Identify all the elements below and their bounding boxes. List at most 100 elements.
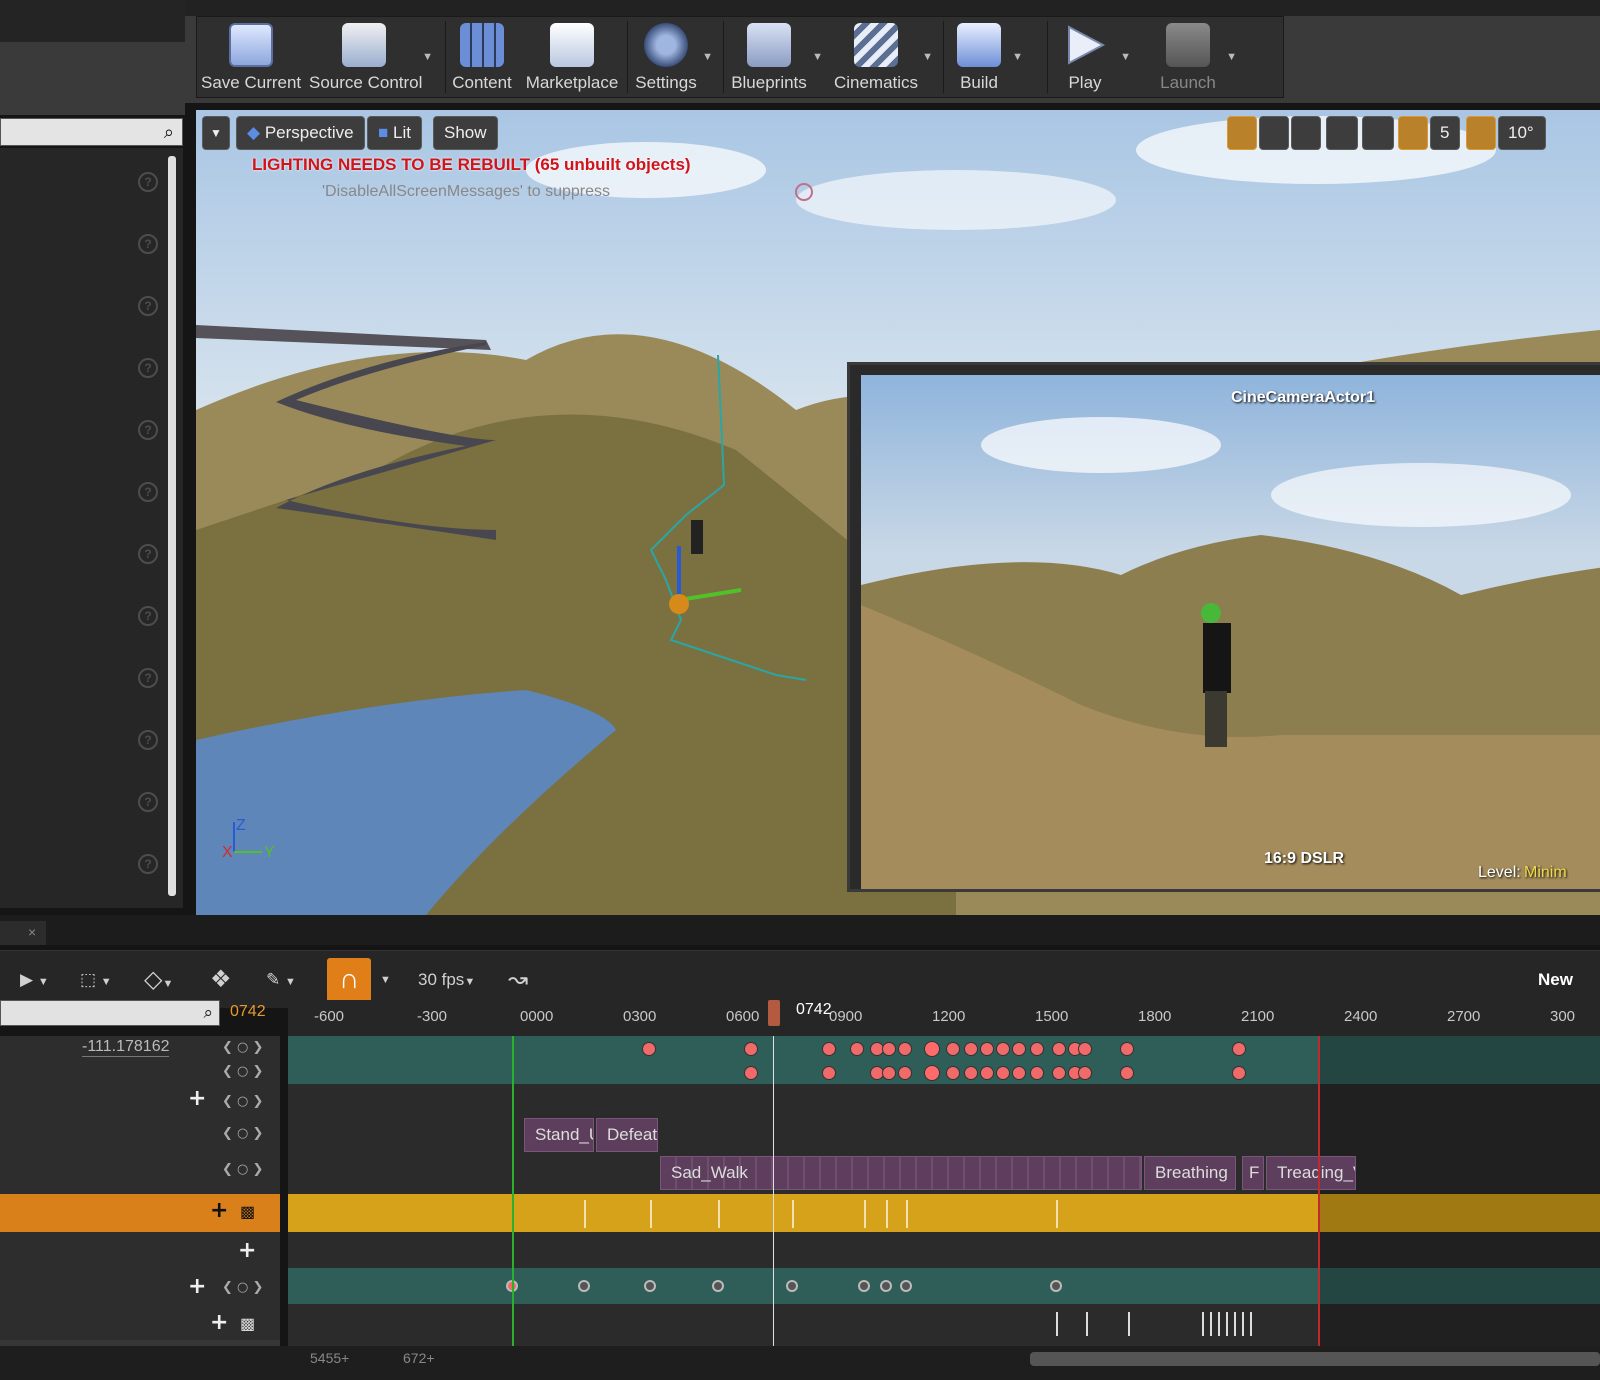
property-value-field[interactable]: -111.178162 [82, 1038, 170, 1057]
keyframe[interactable] [1030, 1042, 1044, 1056]
timeline-scrollbar[interactable] [1030, 1352, 1600, 1366]
event-marker[interactable] [1242, 1312, 1244, 1336]
help-icon[interactable]: ? [138, 296, 158, 316]
keyframe[interactable] [644, 1280, 656, 1292]
anim-clip[interactable]: F [1242, 1156, 1264, 1190]
marketplace-button[interactable]: Marketplace [525, 17, 619, 97]
keyframe[interactable] [980, 1042, 994, 1056]
keyframe[interactable] [786, 1280, 798, 1292]
rotate-mode-icon[interactable] [1259, 116, 1289, 150]
keyframe[interactable] [964, 1042, 978, 1056]
surface-snap-icon[interactable] [1362, 116, 1394, 150]
track-header-row[interactable]: ❮ ○ ❯ [0, 1060, 280, 1084]
chevron-down-icon[interactable]: ▼ [1012, 51, 1023, 63]
lit-button[interactable]: ■ Lit [367, 116, 422, 150]
help-icon[interactable]: ? [138, 234, 158, 254]
add-track-icon[interactable]: + [188, 1274, 206, 1299]
chevron-down-icon[interactable]: ▼ [1120, 51, 1131, 63]
track-header-row[interactable]: + ▩ [0, 1304, 280, 1340]
camera-cut-marker[interactable] [906, 1200, 908, 1228]
help-icon[interactable]: ? [138, 854, 158, 874]
grid-snap-icon[interactable] [1398, 116, 1428, 150]
scale-mode-icon[interactable] [1291, 116, 1321, 150]
keyframe[interactable] [898, 1066, 912, 1080]
settings-button[interactable]: Settings ▼ [633, 17, 713, 97]
anim-clip[interactable]: Defeat [596, 1118, 658, 1152]
play-button[interactable]: Play ▼ [1053, 17, 1131, 97]
keyframe[interactable] [822, 1042, 836, 1056]
keyframe[interactable] [822, 1066, 836, 1080]
help-icon[interactable]: ? [138, 358, 158, 378]
keyframe[interactable] [1078, 1066, 1092, 1080]
keyframe[interactable] [924, 1041, 940, 1057]
event-marker[interactable] [1226, 1312, 1228, 1336]
add-track-icon[interactable]: + [188, 1086, 206, 1111]
keyframe[interactable] [996, 1066, 1010, 1080]
keyframe[interactable] [1050, 1280, 1062, 1292]
anim-clip[interactable]: Breathing [1144, 1156, 1236, 1190]
track-filter-input[interactable]: ⌕ [0, 1000, 220, 1026]
keyframe[interactable] [712, 1280, 724, 1292]
keyframe[interactable] [900, 1280, 912, 1292]
help-icon[interactable]: ? [138, 482, 158, 502]
content-button[interactable]: Content [449, 17, 515, 97]
key-navigation-icon[interactable]: ❮ ○ ❯ [222, 1040, 263, 1055]
anim-clip[interactable]: Stand_U [524, 1118, 594, 1152]
key-navigation-icon[interactable]: ❮ ○ ❯ [222, 1280, 263, 1295]
help-icon[interactable]: ? [138, 172, 158, 192]
chevron-down-icon[interactable]: ▼ [812, 51, 823, 63]
camera-cut-marker[interactable] [718, 1200, 720, 1228]
track-area[interactable]: Stand_U Defeat Sad_Walk Breathing F Trea… [288, 1036, 1600, 1346]
event-marker[interactable] [1250, 1312, 1252, 1336]
viewport-options-button[interactable]: ▼ [202, 116, 230, 150]
keyframe[interactable] [744, 1042, 758, 1056]
keyframe[interactable] [642, 1042, 656, 1056]
keyframe[interactable] [1052, 1042, 1066, 1056]
sequencer-tab[interactable]: × [0, 921, 46, 945]
camera-cut-marker[interactable] [792, 1200, 794, 1228]
camera-icon[interactable]: ▩ [240, 1202, 255, 1222]
playhead-handle[interactable] [768, 1000, 780, 1026]
camera-cut-track-header[interactable]: + ▩ [0, 1194, 280, 1232]
keyframe[interactable] [1232, 1042, 1246, 1056]
keyframe[interactable] [880, 1280, 892, 1292]
build-button[interactable]: Build ▼ [949, 17, 1023, 97]
rotation-snap-icon[interactable] [1466, 116, 1496, 150]
save-current-button[interactable]: Save Current [201, 17, 301, 97]
event-marker[interactable] [1128, 1312, 1130, 1336]
track-header-row[interactable]: + ❮ ○ ❯ [0, 1084, 280, 1116]
level-viewport[interactable]: Z X Y ▼ ◆ Perspective ■ Lit Show 5 10° L… [196, 110, 1600, 915]
keyframe[interactable] [1232, 1066, 1246, 1080]
key-navigation-icon[interactable]: ❮ ○ ❯ [222, 1162, 263, 1177]
track-header-row[interactable]: -111.178162 ❮ ○ ❯ [0, 1036, 280, 1060]
chevron-down-icon[interactable]: ▼ [422, 51, 433, 63]
keyframe[interactable] [964, 1066, 978, 1080]
key-navigation-icon[interactable]: ❮ ○ ❯ [222, 1094, 263, 1109]
camera-cut-marker[interactable] [584, 1200, 586, 1228]
help-icon[interactable]: ? [138, 420, 158, 440]
translate-mode-icon[interactable] [1227, 116, 1257, 150]
help-icon[interactable]: ? [138, 668, 158, 688]
perspective-button[interactable]: ◆ Perspective [236, 116, 365, 150]
keyframe[interactable] [850, 1042, 864, 1056]
event-marker[interactable] [1218, 1312, 1220, 1336]
help-icon[interactable]: ? [138, 544, 158, 564]
view-range-end[interactable]: 672+ [403, 1350, 435, 1366]
keyframe[interactable] [946, 1042, 960, 1056]
keyframe[interactable] [1052, 1066, 1066, 1080]
help-icon[interactable]: ? [138, 792, 158, 812]
track-header-row[interactable]: + [0, 1232, 280, 1268]
keyframe[interactable] [996, 1042, 1010, 1056]
search-icon[interactable]: ⌕ [203, 1003, 213, 1023]
chevron-down-icon[interactable]: ▼ [702, 51, 713, 63]
keyframe[interactable] [882, 1066, 896, 1080]
camera-cut-marker[interactable] [864, 1200, 866, 1228]
add-track-icon[interactable]: + [210, 1310, 228, 1335]
keyframe[interactable] [1012, 1066, 1026, 1080]
rotation-snap-value[interactable]: 10° [1498, 116, 1546, 150]
track-header-row[interactable]: + ❮ ○ ❯ [0, 1268, 280, 1304]
timeline-ruler[interactable]: -600 -300 0000 0300 0600 0900 1200 1500 … [288, 1000, 1600, 1036]
keyframe[interactable] [858, 1280, 870, 1292]
keyframe[interactable] [1078, 1042, 1092, 1056]
blueprints-button[interactable]: Blueprints ▼ [729, 17, 823, 97]
